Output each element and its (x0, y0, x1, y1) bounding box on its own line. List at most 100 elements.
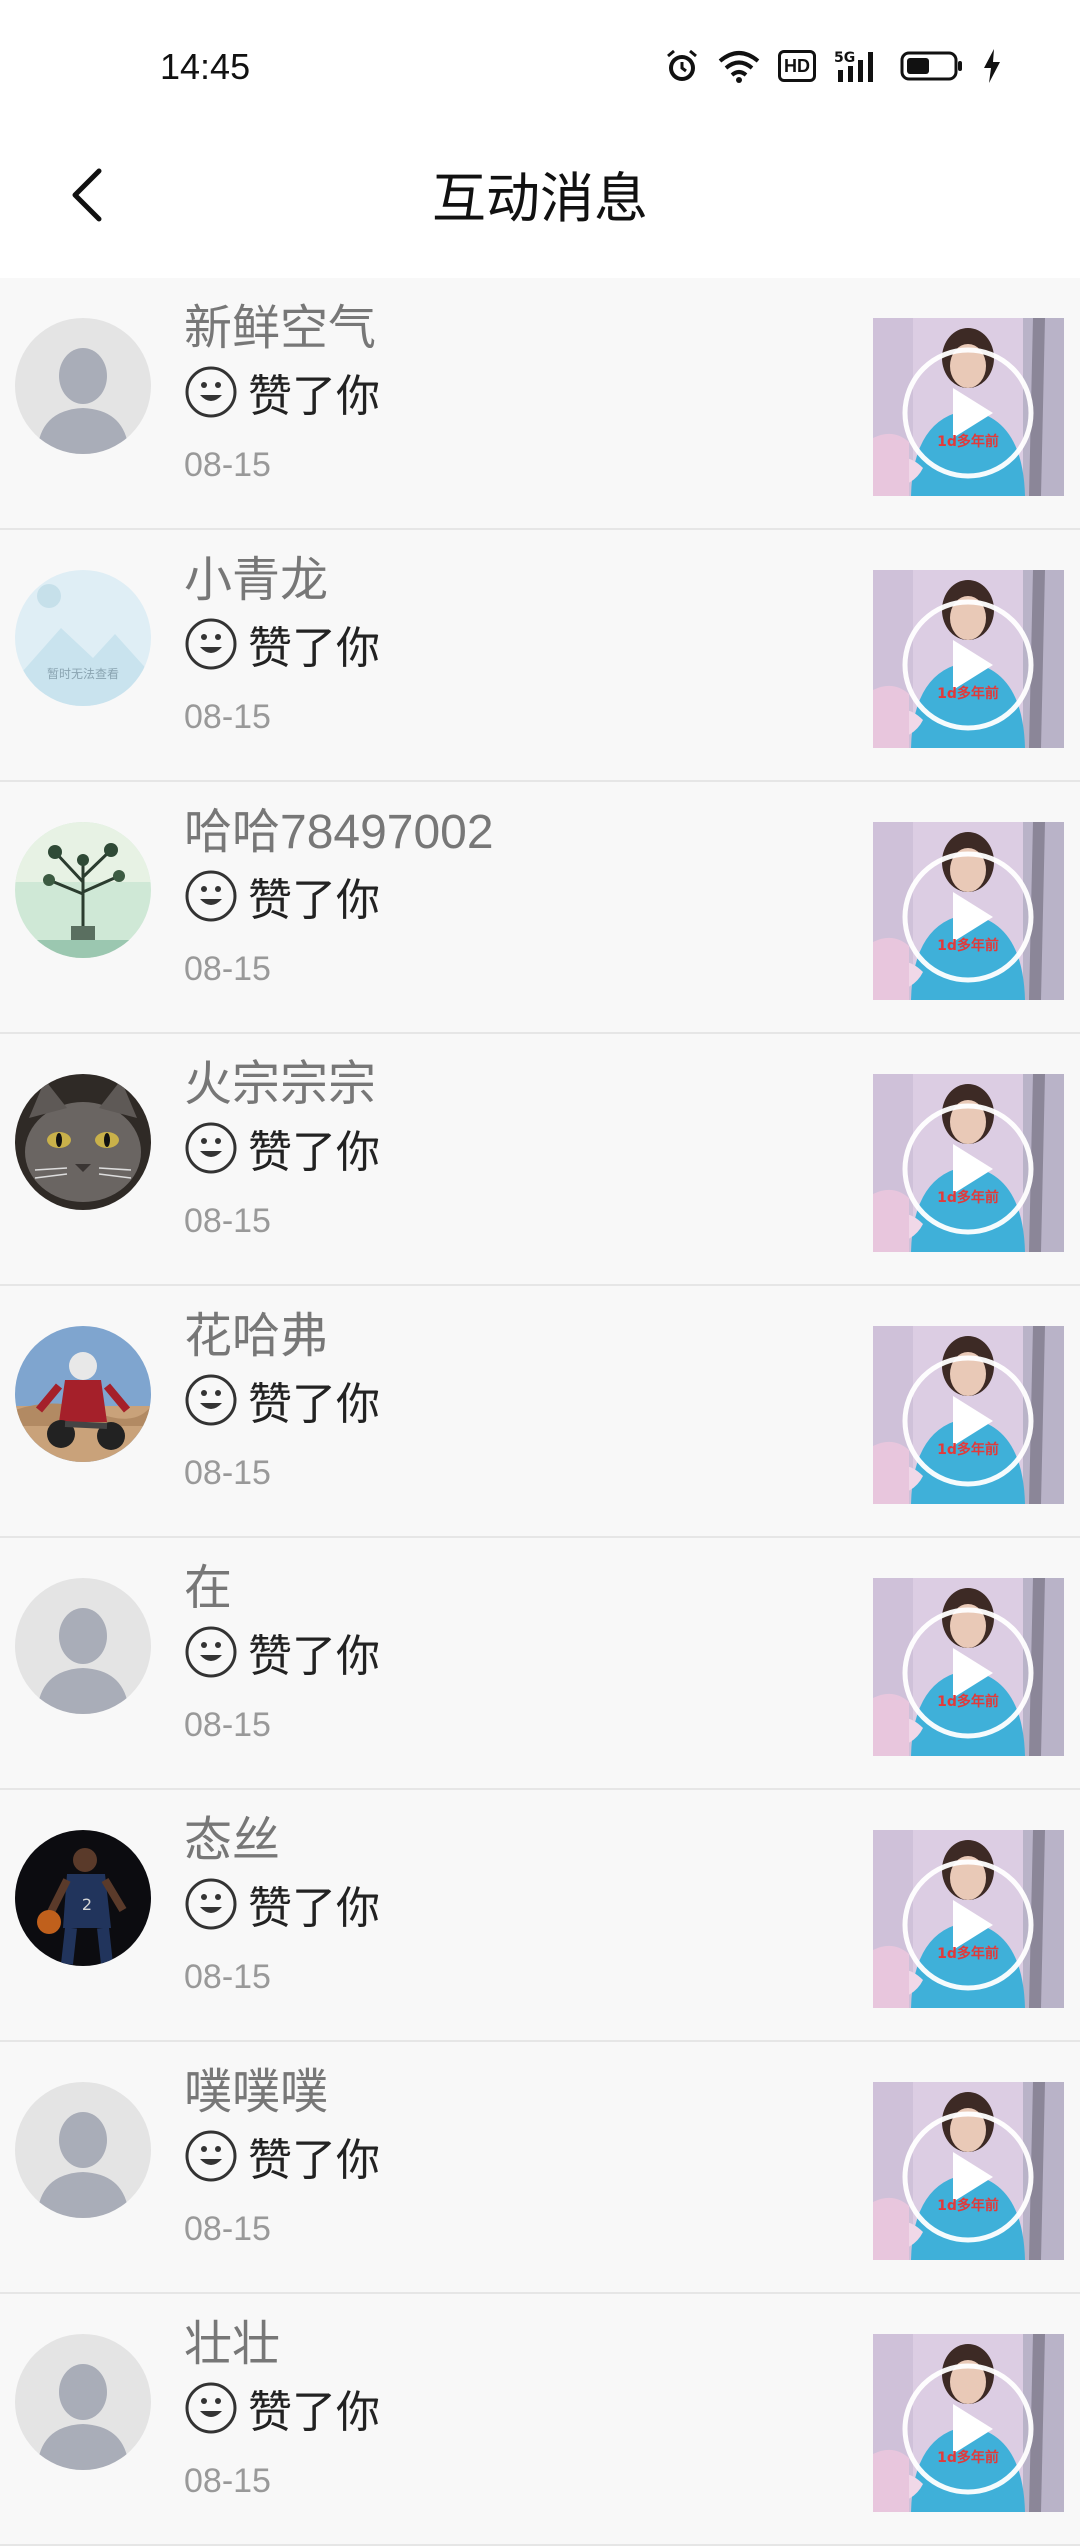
avatar[interactable] (15, 1830, 151, 1966)
action-text: 赞了你 (248, 1128, 380, 1177)
date: 08-15 (184, 1958, 271, 1996)
action-text: 赞了你 (248, 1632, 380, 1681)
smile-icon (184, 2381, 238, 2435)
action-text: 赞了你 (248, 624, 380, 673)
play-button-icon (873, 2082, 1064, 2260)
avatar[interactable] (15, 2334, 151, 2470)
message-item[interactable]: 在 赞了你 08-15 (0, 1538, 1080, 1790)
play-button-icon (873, 1578, 1064, 1756)
video-thumbnail[interactable] (873, 822, 1064, 1000)
date: 08-15 (184, 2210, 271, 2248)
video-thumbnail[interactable] (873, 570, 1064, 748)
smile-icon (184, 2129, 238, 2183)
username[interactable]: 花哈弗 (184, 1296, 328, 1366)
alarm-icon (667, 49, 697, 81)
action-line: 赞了你 (184, 2376, 380, 2440)
play-button-icon (873, 1074, 1064, 1252)
play-button-icon (873, 570, 1064, 748)
default-avatar-icon (15, 2082, 151, 2218)
action-line: 赞了你 (184, 360, 380, 424)
date: 08-15 (184, 2462, 271, 2500)
video-thumbnail[interactable] (873, 1830, 1064, 2008)
date: 08-15 (184, 698, 271, 736)
motocross-photo-avatar (15, 1326, 151, 1462)
date: 08-15 (184, 1454, 271, 1492)
action-line: 赞了你 (184, 1368, 380, 1432)
username[interactable]: 新鲜空气 (184, 288, 376, 358)
action-text: 赞了你 (248, 372, 380, 421)
hd-badge: HD (778, 50, 816, 82)
basketball-player-avatar (15, 1830, 151, 1966)
date: 08-15 (184, 1706, 271, 1744)
unavailable-image-avatar (15, 570, 151, 706)
default-avatar-icon (15, 1578, 151, 1714)
wifi-icon (718, 51, 760, 83)
default-avatar-icon (15, 2334, 151, 2470)
action-line: 赞了你 (184, 1116, 380, 1180)
play-button-icon (873, 822, 1064, 1000)
message-item[interactable]: 小青龙 赞了你 08-15 (0, 530, 1080, 782)
action-line: 赞了你 (184, 612, 380, 676)
svg-text:5G: 5G (834, 50, 855, 66)
date: 08-15 (184, 446, 271, 484)
header-bar: 互动消息 (0, 120, 1080, 278)
cat-photo-avatar (15, 1074, 151, 1210)
default-avatar-icon (15, 318, 151, 454)
page-title: 互动消息 (432, 169, 648, 229)
action-text: 赞了你 (248, 2136, 380, 2185)
avatar[interactable] (15, 1578, 151, 1714)
avatar[interactable] (15, 2082, 151, 2218)
status-bar: 14:45 HD 5G (0, 0, 1080, 120)
avatar[interactable] (15, 318, 151, 454)
message-item[interactable]: 火宗宗宗 赞了你 08-15 (0, 1034, 1080, 1286)
5g-signal-icon: 5G (834, 50, 873, 82)
username[interactable]: 态丝 (184, 1800, 280, 1870)
action-text: 赞了你 (248, 2388, 380, 2437)
smile-icon (184, 1373, 238, 1427)
charging-icon (984, 49, 1000, 83)
play-button-icon (873, 2334, 1064, 2512)
video-thumbnail[interactable] (873, 1326, 1064, 1504)
video-thumbnail[interactable] (873, 318, 1064, 496)
message-item[interactable]: 哈哈78497002 赞了你 08-15 (0, 782, 1080, 1034)
message-item[interactable]: 壮壮 赞了你 08-15 (0, 2294, 1080, 2546)
avatar[interactable] (15, 1074, 151, 1210)
back-arrow-icon (72, 168, 102, 222)
username[interactable]: 小青龙 (184, 540, 328, 610)
message-item[interactable]: 态丝 赞了你 08-15 (0, 1790, 1080, 2042)
video-thumbnail[interactable] (873, 1074, 1064, 1252)
username[interactable]: 噗噗噗 (184, 2052, 328, 2122)
video-thumbnail[interactable] (873, 2082, 1064, 2260)
username[interactable]: 壮壮 (184, 2304, 280, 2374)
smile-icon (184, 1625, 238, 1679)
action-line: 赞了你 (184, 2124, 380, 2188)
plant-photo-avatar (15, 822, 151, 958)
avatar[interactable] (15, 1326, 151, 1462)
avatar[interactable] (15, 822, 151, 958)
status-time: 14:45 (160, 46, 251, 87)
message-item[interactable]: 花哈弗 赞了你 08-15 (0, 1286, 1080, 1538)
username[interactable]: 哈哈78497002 (184, 792, 494, 862)
play-button-icon (873, 1830, 1064, 2008)
message-list: 新鲜空气 赞了你 08-15 小青龙 赞了你 08-15 哈哈78497002 … (0, 278, 1080, 2546)
action-line: 赞了你 (184, 1872, 380, 1936)
back-button[interactable] (52, 160, 122, 230)
username[interactable]: 在 (184, 1548, 232, 1618)
action-text: 赞了你 (248, 876, 380, 925)
smile-icon (184, 869, 238, 923)
message-item[interactable]: 噗噗噗 赞了你 08-15 (0, 2042, 1080, 2294)
battery-icon (900, 51, 962, 81)
avatar[interactable] (15, 570, 151, 706)
date: 08-15 (184, 950, 271, 988)
smile-icon (184, 1121, 238, 1175)
smile-icon (184, 1877, 238, 1931)
action-line: 赞了你 (184, 864, 380, 928)
video-thumbnail[interactable] (873, 1578, 1064, 1756)
username[interactable]: 火宗宗宗 (184, 1044, 376, 1114)
message-item[interactable]: 新鲜空气 赞了你 08-15 (0, 278, 1080, 530)
action-text: 赞了你 (248, 1380, 380, 1429)
smile-icon (184, 617, 238, 671)
play-button-icon (873, 1326, 1064, 1504)
video-thumbnail[interactable] (873, 2334, 1064, 2512)
status-icons: HD 5G (664, 48, 1002, 84)
